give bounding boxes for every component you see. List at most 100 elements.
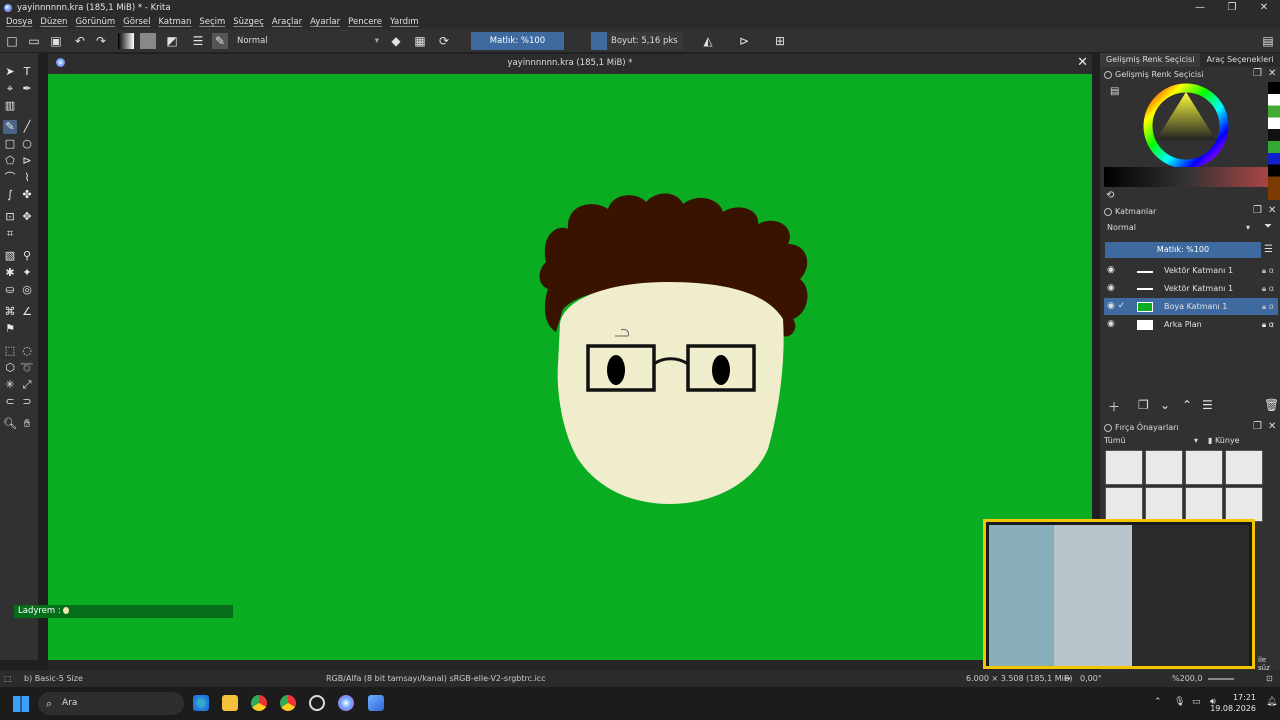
line-tool-icon[interactable]: ╱ (20, 120, 34, 134)
dynamic-brush-icon[interactable]: ∫ (3, 188, 17, 202)
duplicate-layer-icon[interactable]: ❐ (1138, 398, 1149, 412)
brush-filter-select[interactable]: Tümü ▾ (1104, 436, 1200, 448)
minimize-button[interactable]: — (1184, 0, 1216, 15)
bezier-tool-icon[interactable]: ⌒ (3, 171, 17, 185)
taskbar-search[interactable]: ⌕ Ara (38, 692, 184, 715)
network-icon[interactable]: ▭ (1192, 697, 1201, 707)
layer-row[interactable]: ◉ Vektör Katmanı 1 🔒︎ α (1104, 262, 1278, 279)
chrome-icon[interactable] (251, 695, 267, 711)
transform-tool-icon[interactable]: ⊡ (3, 210, 17, 224)
brush-settings-icon[interactable]: ☰ (190, 33, 206, 49)
close-brushes-icon[interactable]: ✕ (1268, 421, 1276, 432)
zoom-tool-icon[interactable]: 🔍︎ (3, 417, 17, 431)
eraser-icon[interactable]: ◆ (388, 33, 404, 49)
menu-gorsel[interactable]: Görsel (123, 17, 150, 27)
wrap-around-icon[interactable]: ⊞ (772, 33, 788, 49)
blend-mode-select[interactable]: Normal ▾ (233, 33, 383, 49)
similar-select-icon[interactable]: ⤢ (20, 378, 34, 392)
color-settings-icon[interactable]: ▤ (1110, 86, 1119, 97)
menu-suzgec[interactable]: Süzgeç (233, 17, 264, 27)
mirror-vertical-icon[interactable]: ⊳ (736, 33, 752, 49)
polygon-tool-icon[interactable]: ⬠ (3, 154, 17, 168)
text-tool-icon[interactable]: T (20, 65, 34, 79)
fill-tool-icon[interactable]: ✦ (20, 266, 34, 280)
mic-icon[interactable]: 🎙︎ (1174, 697, 1185, 707)
menu-katman[interactable]: Katman (158, 17, 191, 27)
close-layers-icon[interactable]: ✕ (1268, 205, 1276, 216)
brush-preset[interactable] (1145, 450, 1183, 485)
obs-icon[interactable] (309, 695, 325, 711)
float-panel-icon[interactable]: ❐ (1253, 68, 1262, 79)
float-brushes-icon[interactable]: ❐ (1253, 421, 1262, 432)
layer-lock-icon[interactable]: 🔒︎ α (1262, 316, 1274, 333)
freehand-select-icon[interactable]: ➰ (20, 361, 34, 375)
layer-lock-icon[interactable]: 🔒︎ α (1262, 262, 1274, 279)
bezier-select-icon[interactable]: ⊂ (3, 395, 17, 409)
visibility-icon[interactable]: ◉ (1107, 316, 1115, 333)
visibility-icon[interactable]: ◉ (1107, 280, 1115, 297)
menu-araclar[interactable]: Araçlar (272, 17, 302, 27)
layer-properties-icon[interactable]: ☰ (1202, 398, 1213, 412)
filter-icon[interactable]: ⏷ (1264, 221, 1272, 232)
krita-taskbar-icon[interactable] (338, 695, 354, 711)
menu-gorunum[interactable]: Görünüm (75, 17, 115, 27)
polyline-tool-icon[interactable]: ⊳ (20, 154, 34, 168)
brush-preset[interactable] (1105, 487, 1143, 522)
taskbar-clock[interactable]: 17:21 19.08.2026 (1210, 692, 1256, 714)
contiguous-select-icon[interactable]: ✳ (3, 378, 17, 392)
rectangle-tool-icon[interactable]: □ (3, 137, 17, 151)
reload-preset-icon[interactable]: ⟳ (436, 33, 452, 49)
fill-bucket-icon[interactable]: ⛀ (3, 283, 17, 297)
close-document-icon[interactable]: ✕ (1077, 55, 1088, 70)
gradient-tool-icon[interactable]: ▧ (3, 249, 17, 263)
brush-preset[interactable] (1185, 487, 1223, 522)
contiguous-icon[interactable]: ▥ (3, 99, 17, 113)
workspace-icon[interactable]: ▤ (1260, 33, 1276, 49)
chrome-icon[interactable] (280, 695, 296, 711)
file-explorer-icon[interactable] (222, 695, 238, 711)
move-tool-icon[interactable]: ✥ (20, 210, 34, 224)
alpha-lock-icon[interactable]: ▦ (412, 33, 428, 49)
edit-shapes-icon[interactable]: ⌖ (3, 82, 17, 96)
layer-lock-icon[interactable]: 🔒︎ α (1262, 280, 1274, 297)
color-wheel[interactable] (1142, 82, 1230, 170)
recent-colors-strip[interactable] (1268, 82, 1280, 200)
new-document-icon[interactable]: □ (4, 33, 20, 49)
save-icon[interactable]: ▣ (48, 33, 64, 49)
refresh-icon[interactable]: ⟲ (1106, 190, 1114, 201)
undo-icon[interactable]: ↶ (72, 33, 88, 49)
assistant-tool-icon[interactable]: ⌘ (3, 305, 17, 319)
layer-row[interactable]: ◉ Vektör Katmanı 1 🔒︎ α (1104, 280, 1278, 297)
menu-duzen[interactable]: Düzen (40, 17, 67, 27)
menu-dosya[interactable]: Dosya (6, 17, 32, 27)
smart-patch-icon[interactable]: ✱ (3, 266, 17, 280)
move-layer-down-icon[interactable]: ⌄ (1160, 398, 1170, 412)
enclose-fill-icon[interactable]: ◎ (20, 283, 34, 297)
color-picker-icon[interactable]: ⚲ (20, 249, 34, 263)
maximize-button[interactable]: ❐ (1216, 0, 1248, 15)
select-shapes-icon[interactable]: ➤ (3, 65, 17, 79)
delete-layer-icon[interactable]: 🗑︎ (1264, 398, 1279, 412)
visibility-icon[interactable]: ◉ ✓ (1107, 298, 1125, 315)
menu-secim[interactable]: Seçim (199, 17, 225, 27)
measure-tool-icon[interactable]: ∠ (20, 305, 34, 319)
menu-yardim[interactable]: Yardım (390, 17, 419, 27)
brush-preset[interactable] (1225, 450, 1263, 485)
edge-browser-icon[interactable] (193, 695, 209, 711)
pan-tool-icon[interactable]: ✋︎ (20, 417, 34, 431)
open-folder-icon[interactable]: ▭ (26, 33, 42, 49)
move-layer-up-icon[interactable]: ⌃ (1182, 398, 1192, 412)
drawing-canvas[interactable] (48, 74, 1092, 660)
visibility-icon[interactable]: ◉ (1107, 262, 1115, 279)
brush-preset-icon[interactable]: ✎ (212, 33, 228, 49)
menu-pencere[interactable]: Pencere (348, 17, 382, 27)
ellipse-tool-icon[interactable]: ○ (20, 137, 34, 151)
close-window-button[interactable]: ✕ (1248, 0, 1280, 15)
rect-select-icon[interactable]: ⬚ (3, 344, 17, 358)
tray-arrow-icon[interactable]: ⌃ (1154, 697, 1162, 707)
layer-row[interactable]: ◉ Arka Plan 🔒︎ α (1104, 316, 1278, 333)
layer-menu-icon[interactable]: ☰ (1264, 244, 1273, 255)
crop-tool-icon[interactable]: ⌗ (3, 227, 17, 241)
layer-row-selected[interactable]: ◉ ✓ Boya Katmanı 1 🔒︎ α (1104, 298, 1278, 315)
notification-icon[interactable]: 🔔︎ (1266, 697, 1277, 707)
